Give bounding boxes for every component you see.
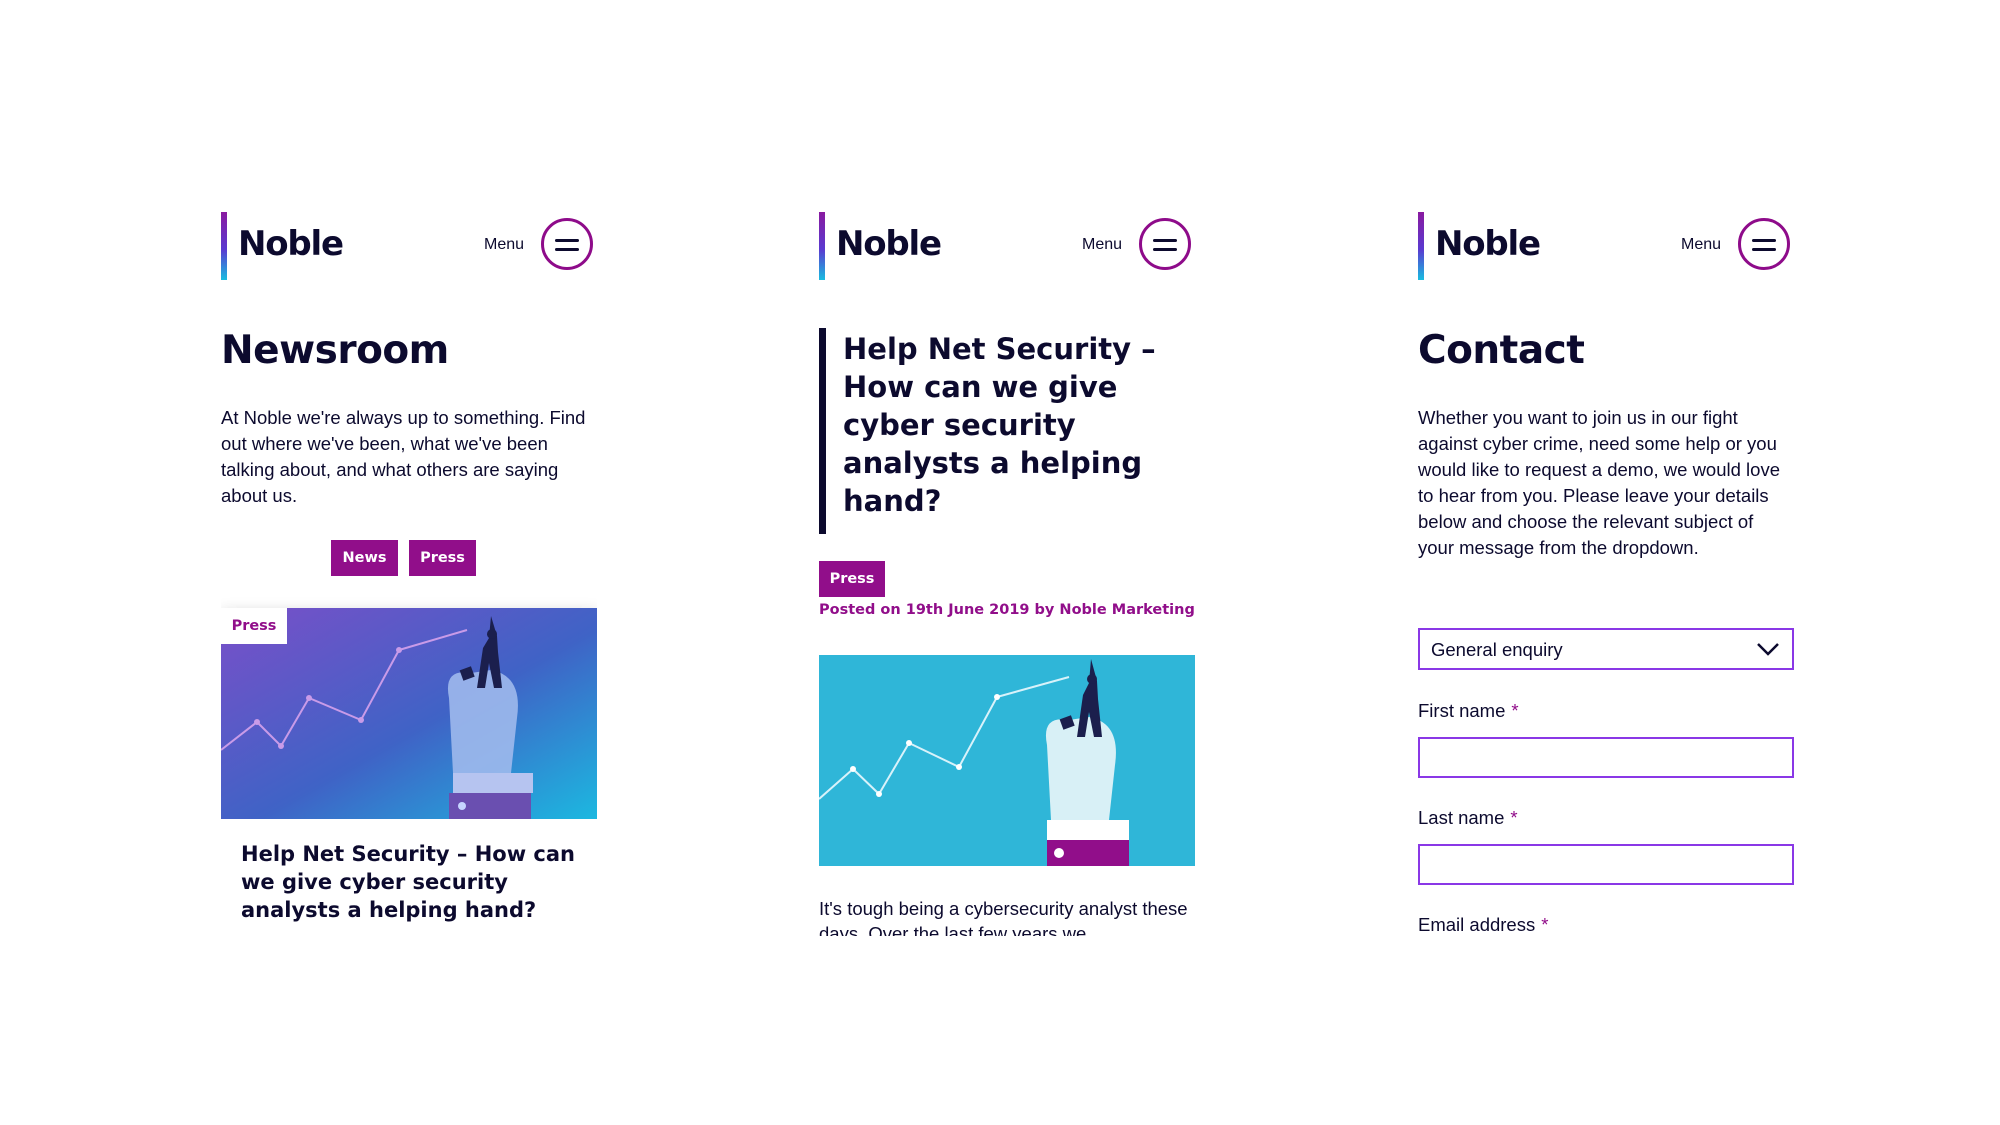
contact-screen: Noble Menu Contact Whether you want to j…: [1418, 210, 1794, 936]
logo-gradient-bar: [819, 212, 825, 280]
last-name-label: Last name *: [1418, 807, 1518, 828]
page-title: Contact: [1418, 328, 1585, 373]
email-label: Email address *: [1418, 914, 1549, 935]
page-title: Newsroom: [221, 328, 449, 373]
subject-dropdown-value: General enquiry: [1431, 639, 1563, 660]
last-name-field[interactable]: [1418, 844, 1794, 885]
hamburger-menu-icon[interactable]: [1738, 218, 1790, 270]
newsroom-screen: Noble Menu Newsroom At Noble we're alway…: [221, 210, 597, 936]
title-accent-bar: [819, 328, 826, 534]
menu-label[interactable]: Menu: [484, 236, 524, 254]
filter-news-button[interactable]: News: [331, 540, 398, 576]
subject-dropdown[interactable]: General enquiry: [1418, 628, 1794, 670]
page-intro: At Noble we're always up to something. F…: [221, 407, 586, 506]
logo-gradient-bar: [221, 212, 227, 280]
page-intro: Whether you want to join us in our fight…: [1418, 407, 1780, 558]
logo-gradient-bar: [1418, 212, 1424, 280]
article-title: Help Net Security – How can we give cybe…: [843, 332, 1156, 518]
card-tag: Press: [221, 608, 287, 644]
logo-text: Noble: [1435, 224, 1541, 264]
logo-text: Noble: [836, 224, 942, 264]
article-screen: Noble Menu Help Net Security – How can w…: [819, 210, 1195, 936]
article-body: It's tough being a cybersecurity analyst…: [819, 898, 1188, 936]
menu-label[interactable]: Menu: [1082, 236, 1122, 254]
menu-label[interactable]: Menu: [1681, 236, 1721, 254]
site-header: Noble Menu: [1418, 210, 1794, 282]
site-header: Noble Menu: [819, 210, 1195, 282]
hamburger-menu-icon[interactable]: [541, 218, 593, 270]
article-illustration: [819, 655, 1195, 866]
news-card[interactable]: Press Help Net Security – How can we giv…: [221, 608, 597, 936]
site-header: Noble Menu: [221, 210, 597, 282]
chevron-down-icon: [1757, 643, 1779, 656]
logo-text: Noble: [238, 224, 344, 264]
article-meta: Posted on 19th June 2019 by Noble Market…: [819, 602, 1195, 618]
card-title[interactable]: Help Net Security – How can we give cybe…: [241, 840, 581, 924]
article-tag[interactable]: Press: [819, 561, 885, 597]
hamburger-menu-icon[interactable]: [1139, 218, 1191, 270]
first-name-label: First name *: [1418, 700, 1519, 721]
filter-press-button[interactable]: Press: [409, 540, 476, 576]
first-name-field[interactable]: [1418, 737, 1794, 778]
